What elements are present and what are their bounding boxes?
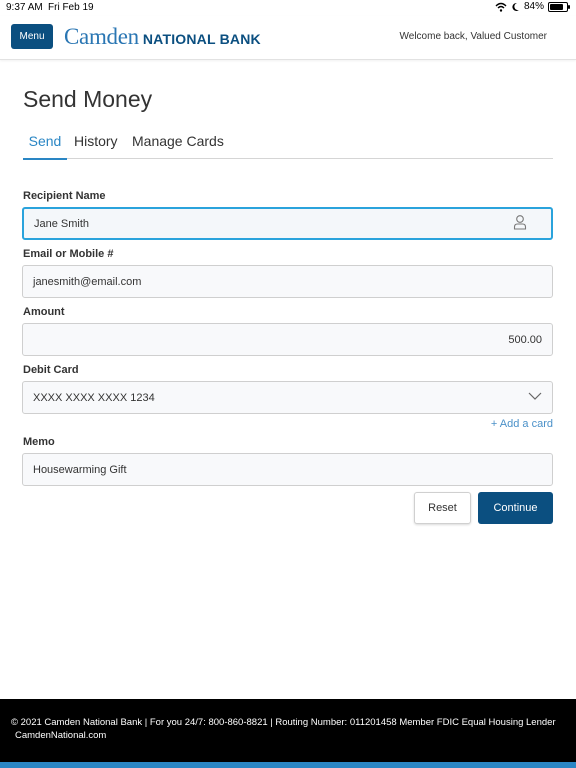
battery-icon: [548, 1, 570, 12]
memo-value: Housewarming Gift: [33, 463, 127, 476]
page-title: Send Money: [23, 86, 153, 112]
status-bar: 9:37 AM Fri Feb 19 84%: [0, 0, 576, 16]
amount-value: 500.00: [508, 333, 542, 346]
contact-field[interactable]: janesmith@email.com: [22, 265, 553, 298]
welcome-message: Welcome back, Valued Customer: [399, 31, 547, 42]
footer-accent-bar: [0, 762, 576, 768]
chevron-down-icon[interactable]: [528, 392, 542, 401]
tab-manage-cards[interactable]: Manage Cards: [132, 133, 224, 158]
amount-label: Amount: [23, 306, 65, 318]
battery-percent: 84%: [523, 1, 544, 12]
footer-info: © 2021 Camden National Bank | For you 24…: [11, 717, 556, 728]
moon-icon: [512, 2, 519, 11]
logo-secondary: NATIONAL BANK: [142, 31, 261, 47]
person-icon[interactable]: [513, 214, 527, 230]
recipient-name-field[interactable]: Jane Smith: [22, 207, 553, 240]
debit-card-value: XXXX XXXX XXXX 1234: [33, 391, 155, 404]
status-indicators: 84%: [495, 1, 570, 12]
reset-button[interactable]: Reset: [414, 492, 471, 524]
recipient-name-label: Recipient Name: [23, 190, 106, 202]
wifi-icon: [495, 2, 507, 12]
logo-primary: Camden: [64, 24, 139, 49]
tab-history[interactable]: History: [74, 133, 118, 158]
status-date: Fri Feb 19: [48, 2, 94, 13]
contact-value: janesmith@email.com: [33, 275, 142, 288]
continue-button[interactable]: Continue: [478, 492, 553, 524]
status-time: 9:37 AM: [6, 2, 43, 13]
memo-field[interactable]: Housewarming Gift: [22, 453, 553, 486]
battery-fill: [550, 3, 563, 10]
amount-field[interactable]: 500.00: [22, 323, 553, 356]
add-card-link[interactable]: + Add a card: [491, 418, 553, 430]
app-header: Menu Camden NATIONAL BANK Welcome back, …: [0, 16, 576, 60]
debit-card-label: Debit Card: [23, 364, 79, 376]
recipient-name-value: Jane Smith: [34, 217, 90, 230]
tab-send[interactable]: Send: [23, 133, 67, 160]
memo-label: Memo: [23, 436, 55, 448]
footer: © 2021 Camden National Bank | For you 24…: [0, 699, 576, 762]
tab-bar: Send History Manage Cards: [23, 131, 553, 160]
bank-logo[interactable]: Camden NATIONAL BANK: [64, 24, 261, 50]
debit-card-select[interactable]: XXXX XXXX XXXX 1234: [22, 381, 553, 414]
menu-button[interactable]: Menu: [11, 24, 53, 49]
footer-website-link[interactable]: CamdenNational.com: [15, 730, 106, 741]
contact-label: Email or Mobile #: [23, 248, 114, 260]
